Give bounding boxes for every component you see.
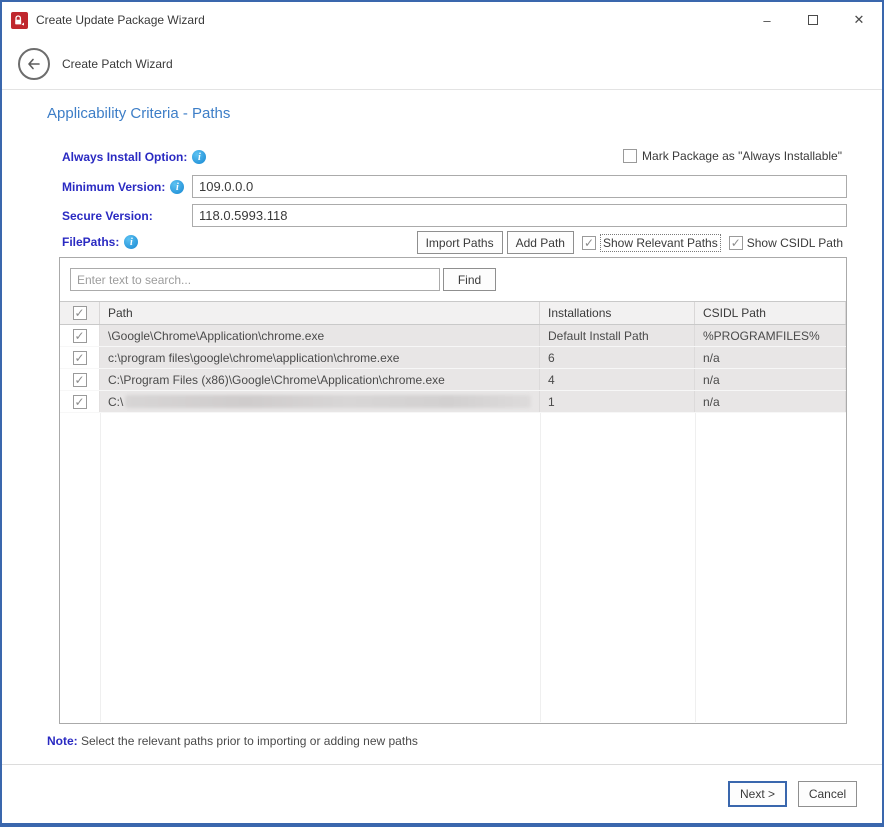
content-area: Applicability Criteria - Paths Always In… — [2, 91, 882, 764]
info-icon[interactable]: i — [192, 150, 206, 164]
info-icon[interactable]: i — [170, 180, 184, 194]
import-paths-button[interactable]: Import Paths — [417, 231, 503, 254]
row-checkbox[interactable] — [73, 329, 87, 343]
row-csidl: n/a — [695, 391, 846, 412]
minimize-button[interactable]: – — [744, 2, 790, 38]
select-all-checkbox[interactable] — [73, 306, 87, 320]
row-checkbox[interactable] — [73, 373, 87, 387]
minimum-version-input[interactable] — [192, 175, 847, 198]
back-label: Create Patch Wizard — [62, 57, 173, 71]
search-input[interactable] — [70, 268, 440, 291]
maximize-button[interactable] — [790, 2, 836, 38]
note-prefix: Note: — [47, 734, 78, 748]
row-path: C:\Program Files (x86)\Google\Chrome\App… — [100, 369, 540, 390]
always-install-label: Always Install Option: i — [62, 150, 206, 164]
row-checkbox[interactable] — [73, 351, 87, 365]
row-csidl: n/a — [695, 347, 846, 368]
row-installations: 4 — [540, 369, 695, 390]
row-checkbox[interactable] — [73, 395, 87, 409]
mark-package-option[interactable]: Mark Package as "Always Installable" — [623, 149, 842, 163]
column-header-csidl[interactable]: CSIDL Path — [695, 302, 846, 324]
mark-package-checkbox[interactable] — [623, 149, 637, 163]
close-button[interactable]: ✕ — [836, 2, 882, 38]
app-icon — [11, 12, 28, 29]
show-csidl-path-option[interactable]: Show CSIDL Path — [729, 236, 843, 250]
empty-column-lines — [60, 413, 846, 722]
table-row[interactable]: c:\program files\google\chrome\applicati… — [60, 347, 846, 369]
row-csidl: n/a — [695, 369, 846, 390]
wizard-window: Create Update Package Wizard – ✕ Create … — [0, 0, 884, 827]
table-row[interactable]: C:\Program Files (x86)\Google\Chrome\App… — [60, 369, 846, 391]
row-path: \Google\Chrome\Application\chrome.exe — [100, 325, 540, 346]
show-relevant-paths-option[interactable]: Show Relevant Paths — [582, 234, 721, 252]
row-path: c:\program files\google\chrome\applicati… — [100, 347, 540, 368]
add-path-button[interactable]: Add Path — [507, 231, 574, 254]
secure-version-input[interactable] — [192, 204, 847, 227]
header-checkbox-cell — [60, 302, 100, 324]
filepaths-panel: Find Path Installations CSIDL Path \Goog… — [59, 257, 847, 724]
title-bar: Create Update Package Wizard – ✕ — [2, 2, 882, 38]
table-body: \Google\Chrome\Application\chrome.exeDef… — [60, 325, 846, 413]
redacted-path-blur — [125, 395, 531, 408]
table-row[interactable]: C:\1n/a — [60, 391, 846, 413]
row-checkbox-cell — [60, 391, 100, 412]
paths-toolbar: Import Paths Add Path Show Relevant Path… — [417, 231, 843, 254]
page-title: Applicability Criteria - Paths — [47, 105, 230, 122]
minimum-version-label: Minimum Version: i — [62, 180, 184, 194]
window-controls: – ✕ — [744, 2, 882, 38]
row-csidl: %PROGRAMFILES% — [695, 325, 846, 346]
row-checkbox-cell — [60, 325, 100, 346]
row-installations: Default Install Path — [540, 325, 695, 346]
table-row[interactable]: \Google\Chrome\Application\chrome.exeDef… — [60, 325, 846, 347]
note-text: Note: Select the relevant paths prior to… — [47, 734, 418, 748]
table-header: Path Installations CSIDL Path — [60, 301, 846, 325]
cancel-button[interactable]: Cancel — [798, 781, 857, 807]
row-checkbox-cell — [60, 347, 100, 368]
find-button[interactable]: Find — [443, 268, 496, 291]
row-checkbox-cell — [60, 369, 100, 390]
back-button[interactable] — [18, 48, 50, 80]
column-header-installations[interactable]: Installations — [540, 302, 695, 324]
wizard-header: Create Patch Wizard — [2, 38, 882, 90]
mark-package-label: Mark Package as "Always Installable" — [642, 149, 842, 163]
info-icon[interactable]: i — [124, 235, 138, 249]
show-relevant-paths-checkbox[interactable] — [582, 236, 596, 250]
row-path: C:\ — [100, 391, 540, 412]
show-csidl-path-label: Show CSIDL Path — [747, 236, 843, 250]
row-installations: 6 — [540, 347, 695, 368]
window-title: Create Update Package Wizard — [36, 13, 205, 27]
next-button[interactable]: Next > — [728, 781, 787, 807]
filepaths-label: FilePaths: i — [62, 235, 138, 249]
row-installations: 1 — [540, 391, 695, 412]
show-csidl-path-checkbox[interactable] — [729, 236, 743, 250]
show-relevant-paths-label: Show Relevant Paths — [600, 234, 721, 252]
back-arrow-icon — [26, 56, 42, 72]
secure-version-label: Secure Version: — [62, 209, 153, 223]
column-header-path[interactable]: Path — [100, 302, 540, 324]
footer-bar: Next > Cancel — [2, 764, 882, 823]
search-row: Find — [70, 268, 836, 291]
